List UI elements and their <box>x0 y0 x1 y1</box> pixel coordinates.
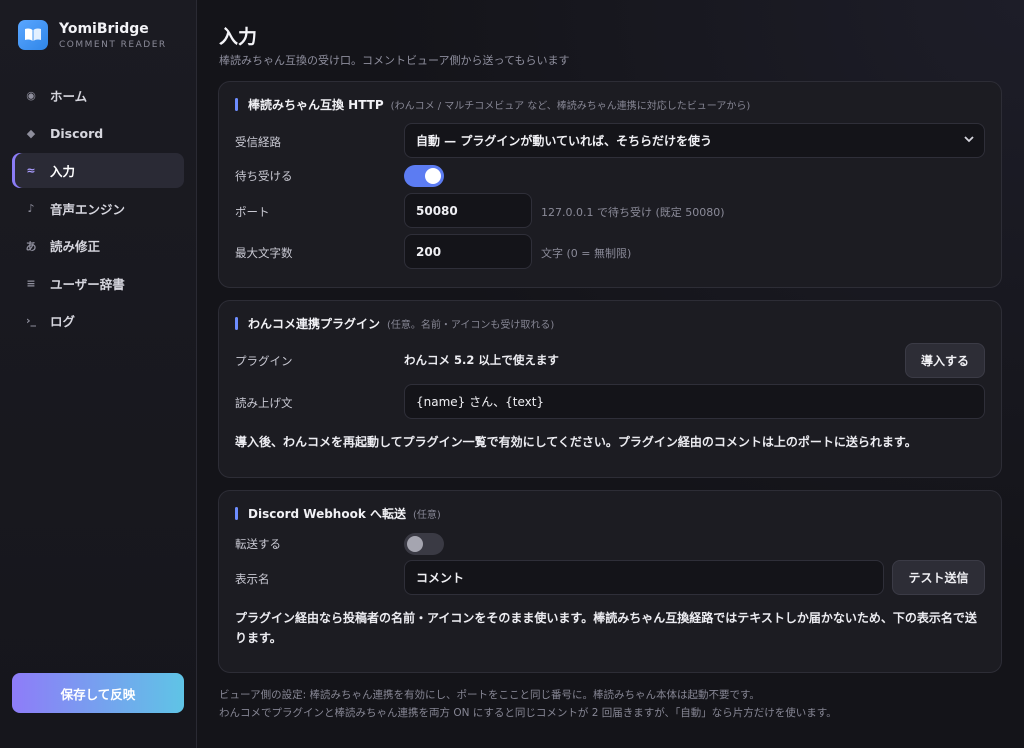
webhook-description: プラグイン経由なら投稿者の名前・アイコンをそのまま使います。棒読みちゃん互換経路… <box>235 611 977 645</box>
sidebar-item-log[interactable]: ›_ ログ <box>12 303 184 338</box>
readout-template-input[interactable]: {name} さん、{text} <box>404 384 985 419</box>
display-name-input[interactable]: コメント <box>404 560 884 595</box>
sidebar-item-label: ログ <box>50 314 76 329</box>
page-subtitle: 棒読みちゃん互換の受け口。コメントビューア側から送ってもらいます <box>219 54 570 67</box>
sidebar-item-discord[interactable]: ◆ Discord <box>12 116 184 151</box>
card-note: (任意。名前・アイコンも受け取れる) <box>387 320 555 331</box>
music-note-icon: ♪ <box>27 201 35 215</box>
port-hint: 127.0.0.1 で待ち受け (既定 50080) <box>541 206 725 219</box>
display-name-label: 表示名 <box>235 572 270 586</box>
plugin-requirement: わんコメ 5.2 以上で使えます <box>404 353 559 367</box>
diamond-icon: ◆ <box>26 126 36 140</box>
sidebar-item-input[interactable]: ≈ 入力 <box>12 153 184 188</box>
sidebar-item-label: 読み修正 <box>50 239 101 254</box>
footer-notes: ビューア側の設定: 棒読みちゃん連携を有効にし、ポートをここと同じ番号に。棒読み… <box>219 686 837 722</box>
wave-icon: ≈ <box>26 164 36 177</box>
footer-line: わんコメでプラグインと棒読みちゃん連携を両方 ON にすると同じコメントが 2 … <box>219 707 837 719</box>
sidebar-item-label: 入力 <box>50 164 76 179</box>
footer-line: ビューア側の設定: 棒読みちゃん連携を有効にし、ポートをここと同じ番号に。棒読み… <box>219 689 760 701</box>
main-content: 入力 棒読みちゃん互換の受け口。コメントビューア側から送ってもらいます 棒読みち… <box>197 0 1024 748</box>
book-icon <box>18 20 48 50</box>
brand: YomiBridge COMMENT READER <box>18 20 167 50</box>
sidebar-item-label: ホーム <box>50 89 88 104</box>
sidebar-item-reading-fix[interactable]: あ 読み修正 <box>12 228 184 263</box>
readout-label: 読み上げ文 <box>235 396 293 410</box>
card-title: わんコメ連携プラグイン <box>248 317 381 331</box>
webhook-card: Discord Webhook へ転送 (任意) 転送する 表示名 コメント テ… <box>218 490 1002 673</box>
hiragana-a-icon: あ <box>25 239 37 253</box>
card-title: 棒読みちゃん互換 HTTP <box>248 98 384 112</box>
sidebar-item-label: Discord <box>50 125 104 141</box>
sidebar-item-label: 音声エンジン <box>50 201 126 217</box>
readout-template-value: {name} さん、{text} <box>416 395 545 409</box>
sidebar-item-voice-engine[interactable]: ♪ 音声エンジン <box>12 191 184 226</box>
terminal-icon: ›_ <box>25 314 37 327</box>
chevron-down-icon <box>964 135 974 146</box>
install-plugin-button[interactable]: 導入する <box>905 343 985 378</box>
sidebar: YomiBridge COMMENT READER ◉ ホーム ◆ Discor… <box>0 0 197 748</box>
accent-bar <box>235 317 238 330</box>
sidebar-item-home[interactable]: ◉ ホーム <box>12 78 184 113</box>
forward-label: 転送する <box>235 537 281 551</box>
plugin-card: わんコメ連携プラグイン (任意。名前・アイコンも受け取れる) プラグイン わんコ… <box>218 300 1002 478</box>
plugin-label: プラグイン <box>235 354 293 368</box>
sidebar-nav: ◉ ホーム ◆ Discord ≈ 入力 ♪ 音声エンジン あ 読み修正 ≡ ユ… <box>12 78 184 341</box>
card-title: Discord Webhook へ転送 <box>248 507 406 521</box>
port-label: ポート <box>235 205 270 219</box>
maxlen-input[interactable]: 200 <box>404 234 532 269</box>
maxlen-label: 最大文字数 <box>235 246 293 260</box>
route-select-value: 自動 — プラグインが動いていれば、そちらだけを使う <box>416 134 712 148</box>
route-select[interactable]: 自動 — プラグインが動いていれば、そちらだけを使う <box>404 123 985 158</box>
accent-bar <box>235 507 238 520</box>
http-card: 棒読みちゃん互換 HTTP (わんコメ / マルチコメビュア など、棒読みちゃん… <box>218 81 1002 288</box>
forward-toggle[interactable] <box>404 533 444 555</box>
sidebar-item-label: ユーザー辞書 <box>50 276 125 292</box>
toggle-knob <box>425 168 441 184</box>
page-title: 入力 <box>219 26 258 48</box>
listen-toggle[interactable] <box>404 165 444 187</box>
listen-label: 待ち受ける <box>235 169 293 183</box>
display-name-value: コメント <box>416 571 465 585</box>
card-note: (任意) <box>413 510 441 521</box>
toggle-knob <box>407 536 423 552</box>
route-label: 受信経路 <box>235 135 281 149</box>
circle-icon: ◉ <box>26 89 36 102</box>
maxlen-hint: 文字 (0 = 無制限) <box>541 247 632 260</box>
test-send-button[interactable]: テスト送信 <box>892 560 985 595</box>
list-icon: ≡ <box>26 276 36 290</box>
brand-subtitle: COMMENT READER <box>59 39 167 50</box>
port-input-value: 50080 <box>416 203 458 218</box>
save-apply-button[interactable]: 保存して反映 <box>12 673 184 713</box>
maxlen-input-value: 200 <box>416 244 442 259</box>
card-note: (わんコメ / マルチコメビュア など、棒読みちゃん連携に対応したビューアから) <box>390 101 751 112</box>
sidebar-item-user-dictionary[interactable]: ≡ ユーザー辞書 <box>12 266 184 301</box>
plugin-description: 導入後、わんコメを再起動してプラグイン一覧で有効にしてください。プラグイン経由の… <box>235 435 917 449</box>
accent-bar <box>235 98 238 111</box>
brand-name: YomiBridge <box>59 20 149 37</box>
port-input[interactable]: 50080 <box>404 193 532 228</box>
